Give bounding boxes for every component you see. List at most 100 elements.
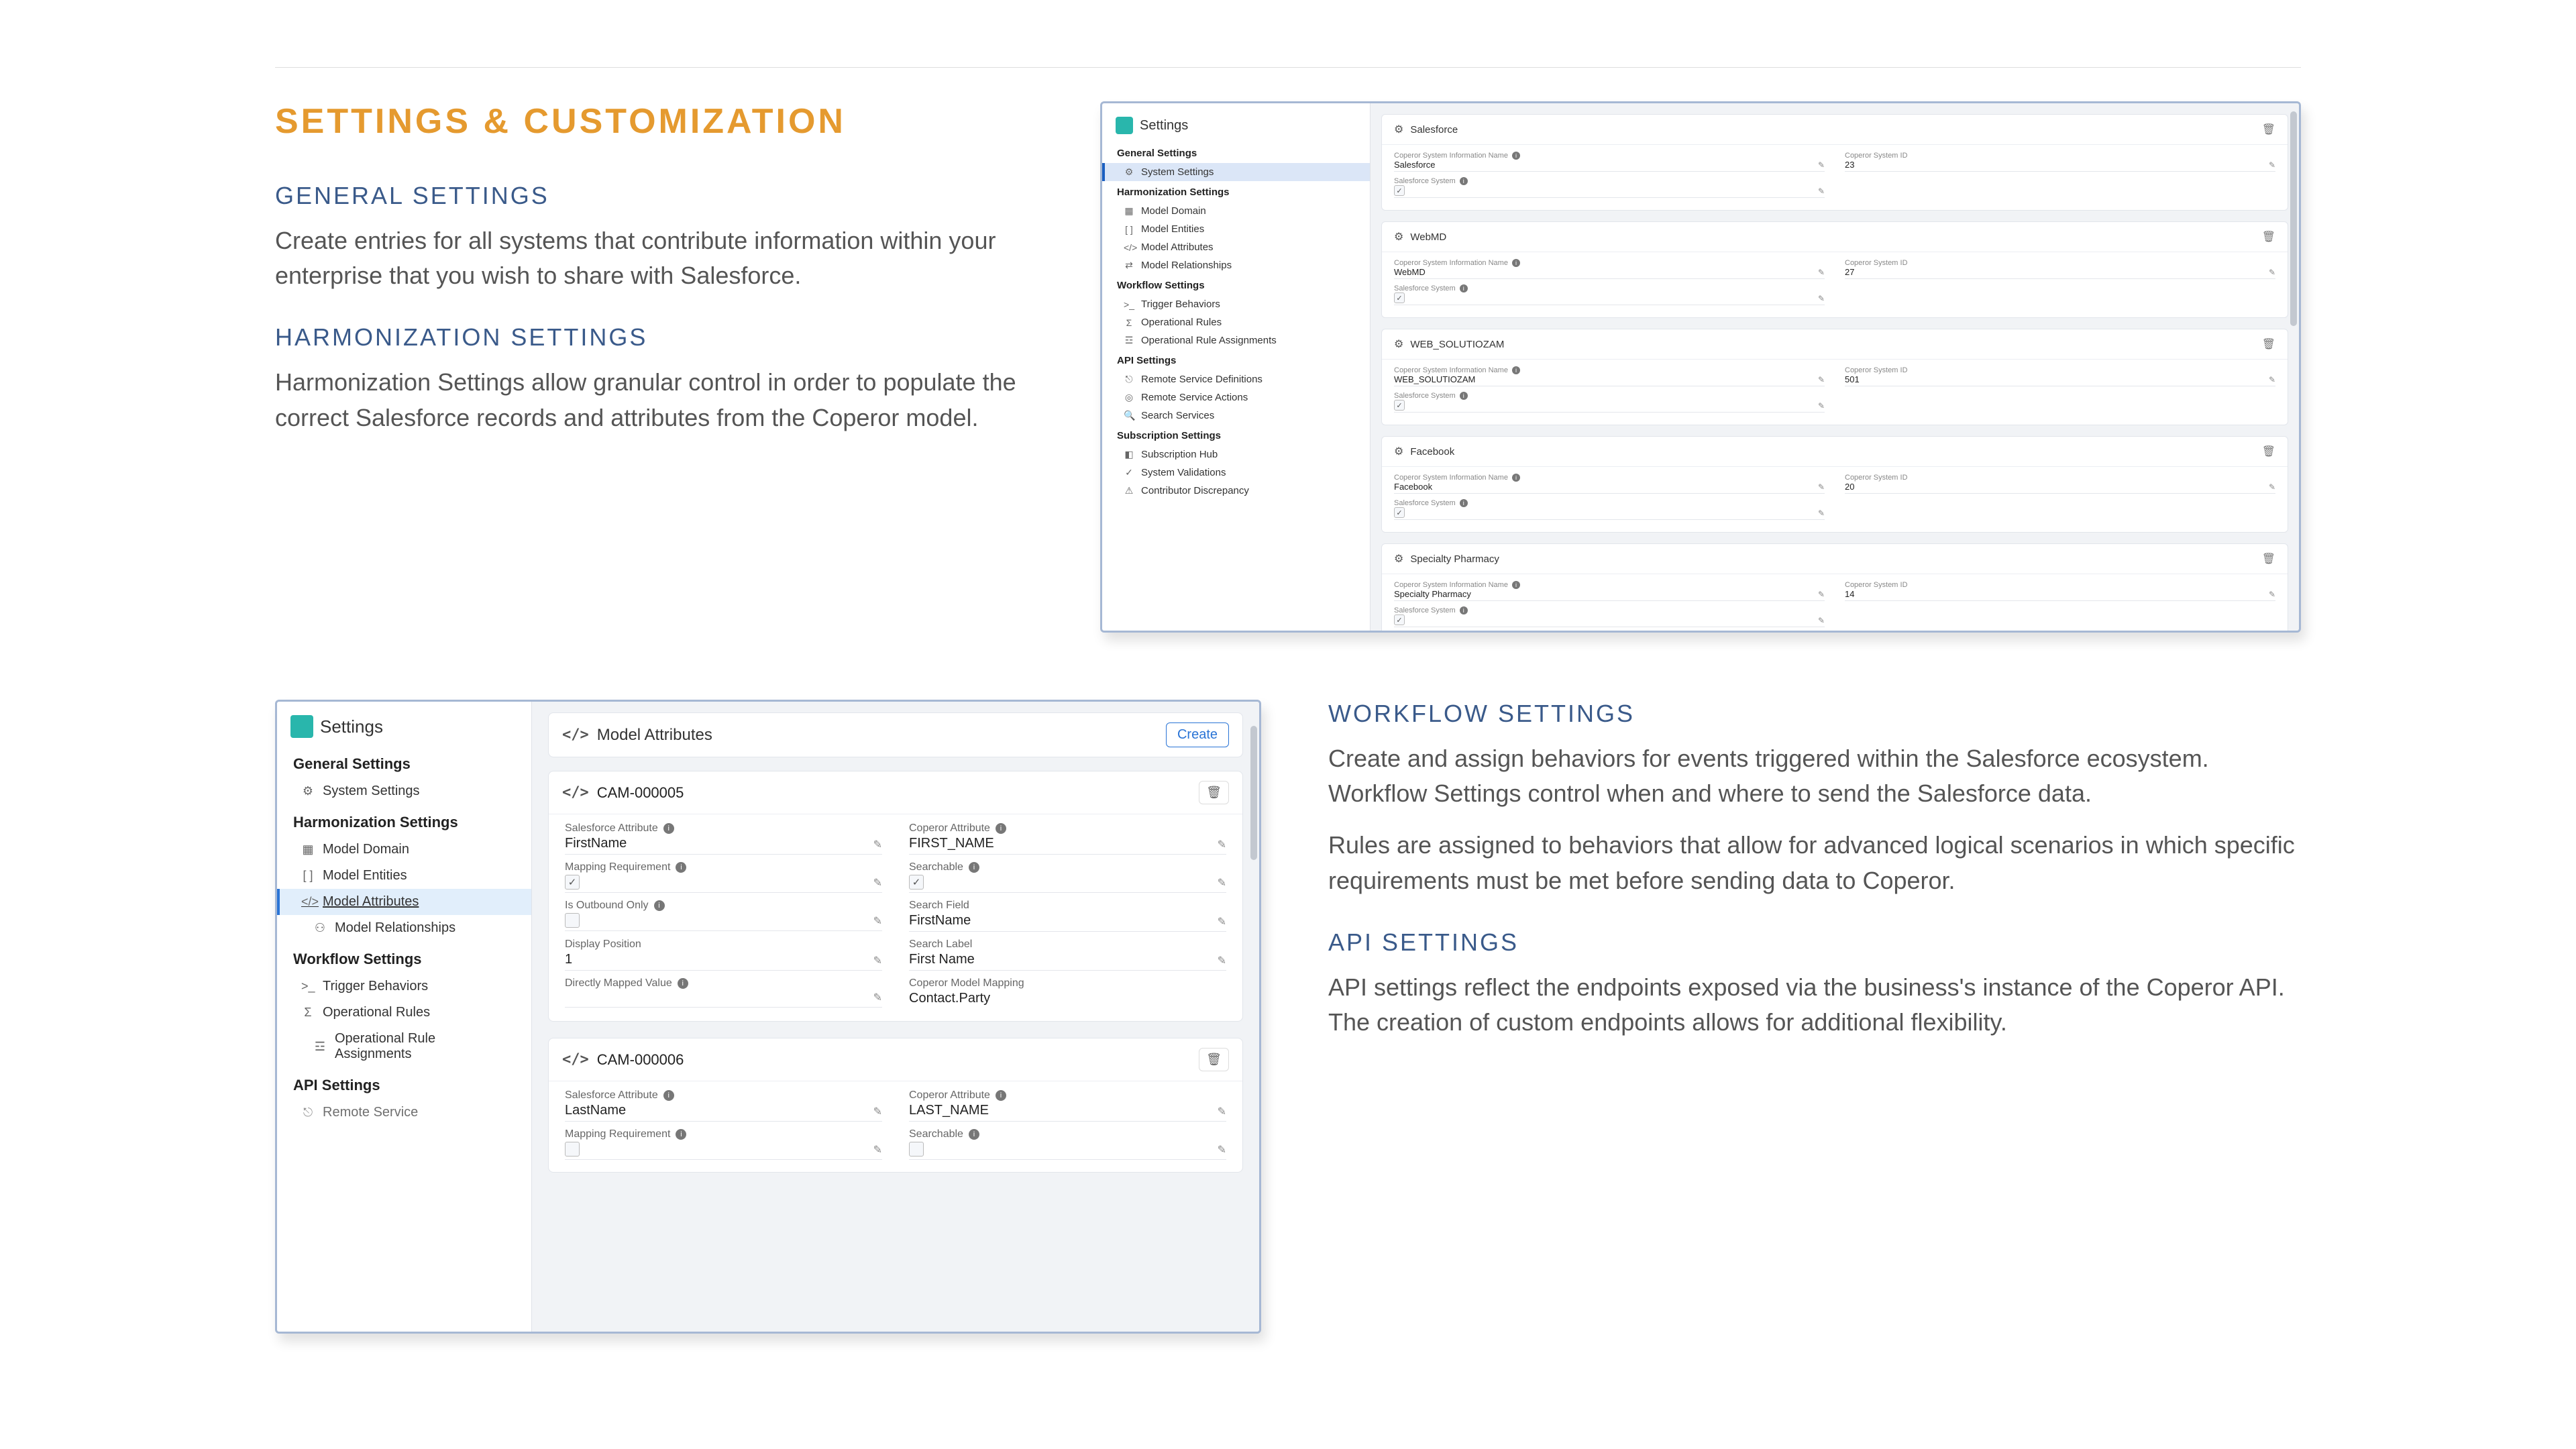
info-icon[interactable]: i (676, 862, 686, 873)
sidebar-item-remote-service-actions[interactable]: ◎Remote Service Actions (1102, 388, 1370, 407)
edit-icon[interactable]: ✎ (873, 914, 882, 928)
checkbox[interactable]: ✓ (909, 875, 924, 890)
checkbox[interactable]: ✓ (1394, 507, 1405, 518)
checkbox[interactable] (565, 913, 580, 928)
sidebar-item-model-relationships[interactable]: ⇄Model Relationships (1102, 256, 1370, 274)
checkbox[interactable]: ✓ (1394, 185, 1405, 196)
delete-button[interactable]: 🗑 (2262, 230, 2275, 244)
scrollbar[interactable] (1248, 706, 1257, 1328)
edit-icon[interactable]: ✎ (1218, 1143, 1226, 1157)
info-icon[interactable]: i (1460, 177, 1468, 185)
sidebar-item-subscription-hub[interactable]: ◧Subscription Hub (1102, 445, 1370, 464)
delete-button[interactable]: 🗑 (2262, 337, 2275, 351)
sidebar-item-remote-service[interactable]: ⎋Remote Service (277, 1099, 531, 1126)
info-icon[interactable]: i (969, 862, 979, 873)
sidebar-item-operational-rules[interactable]: ΣOperational Rules (277, 1000, 531, 1026)
sidebar-item-system-validations[interactable]: ✓System Validations (1102, 464, 1370, 482)
sidebar-item-trigger-behaviors[interactable]: >_Trigger Behaviors (1102, 295, 1370, 313)
info-icon[interactable]: i (1512, 581, 1520, 589)
sidebar-item-remote-service-defs[interactable]: ⎋Remote Service Definitions (1102, 370, 1370, 388)
info-icon[interactable]: i (663, 1090, 674, 1101)
info-icon[interactable]: i (996, 1090, 1006, 1101)
sidebar-item-model-attributes[interactable]: </>Model Attributes (277, 889, 531, 915)
model-mapping-link[interactable]: Contact.Party (909, 991, 990, 1006)
edit-icon[interactable]: ✎ (1218, 1105, 1226, 1118)
delete-button[interactable]: 🗑 (2262, 445, 2275, 458)
edit-icon[interactable]: ✎ (2269, 268, 2275, 277)
sidebar-item-model-domain[interactable]: ▦Model Domain (1102, 202, 1370, 220)
sidebar-item-model-domain[interactable]: ▦Model Domain (277, 837, 531, 863)
info-icon[interactable]: i (676, 1129, 686, 1140)
edit-icon[interactable]: ✎ (1218, 838, 1226, 851)
edit-icon[interactable]: ✎ (873, 838, 882, 851)
edit-icon[interactable]: ✎ (873, 876, 882, 890)
sidebar-item-contributor-discrepancy[interactable]: ⚠Contributor Discrepancy (1102, 482, 1370, 500)
checkbox[interactable]: ✓ (565, 875, 580, 890)
edit-icon[interactable]: ✎ (873, 1105, 882, 1118)
info-icon[interactable]: i (1460, 284, 1468, 292)
scroll-thumb[interactable] (1250, 726, 1257, 860)
edit-icon[interactable]: ✎ (2269, 160, 2275, 170)
sidebar-item-model-relationships[interactable]: ⚇Model Relationships (277, 915, 531, 941)
delete-button[interactable]: 🗑 (2262, 552, 2275, 566)
info-icon[interactable]: i (1512, 366, 1520, 374)
info-icon[interactable]: i (678, 978, 688, 989)
info-icon[interactable]: i (1460, 606, 1468, 614)
edit-icon[interactable]: ✎ (1818, 508, 1825, 518)
field-value: FIRST_NAME (909, 836, 994, 851)
info-icon[interactable]: i (969, 1129, 979, 1140)
create-button[interactable]: Create (1166, 722, 1229, 747)
edit-icon[interactable]: ✎ (2269, 590, 2275, 599)
checkbox[interactable] (909, 1142, 924, 1157)
edit-icon[interactable]: ✎ (1218, 954, 1226, 967)
sidebar-item-system-settings[interactable]: ⚙System Settings (277, 778, 531, 804)
edit-icon[interactable]: ✎ (1818, 616, 1825, 625)
edit-icon[interactable]: ✎ (873, 1143, 882, 1157)
field-value: Salesforce (1394, 160, 1435, 170)
scroll-thumb[interactable] (2290, 111, 2297, 326)
edit-icon[interactable]: ✎ (2269, 482, 2275, 492)
field-label: Coperor System ID (1845, 259, 2275, 267)
delete-button[interactable]: 🗑 (1199, 1048, 1229, 1071)
edit-icon[interactable]: ✎ (1818, 401, 1825, 411)
checkbox[interactable]: ✓ (1394, 292, 1405, 303)
sidebar-item-model-entities[interactable]: [ ]Model Entities (1102, 220, 1370, 238)
checkbox[interactable]: ✓ (1394, 400, 1405, 411)
edit-icon[interactable]: ✎ (873, 954, 882, 967)
edit-icon[interactable]: ✎ (1818, 186, 1825, 196)
edit-icon[interactable]: ✎ (2269, 375, 2275, 384)
edit-icon[interactable]: ✎ (1818, 482, 1825, 492)
sidebar-item-model-entities[interactable]: [ ]Model Entities (277, 863, 531, 889)
system-card-header: ⚙Salesforce🗑 (1382, 115, 2288, 145)
sidebar-item-operational-rules[interactable]: ΣOperational Rules (1102, 313, 1370, 331)
sidebar-item-op-rule-assignments[interactable]: ☲Operational Rule Assignments (277, 1026, 531, 1067)
sidebar-item-search-services[interactable]: 🔍Search Services (1102, 407, 1370, 425)
edit-icon[interactable]: ✎ (1218, 876, 1226, 890)
info-icon[interactable]: i (654, 900, 665, 911)
info-icon[interactable]: i (1460, 392, 1468, 400)
edit-icon[interactable]: ✎ (1818, 294, 1825, 303)
edit-icon[interactable]: ✎ (1218, 915, 1226, 928)
sidebar-item-op-rule-assignments[interactable]: ☲Operational Rule Assignments (1102, 331, 1370, 350)
delete-button[interactable]: 🗑 (2262, 123, 2275, 136)
sidebar-item-system-settings[interactable]: ⚙ System Settings (1102, 163, 1370, 181)
edit-icon[interactable]: ✎ (1818, 160, 1825, 170)
edit-icon[interactable]: ✎ (1818, 590, 1825, 599)
info-icon[interactable]: i (1512, 152, 1520, 160)
info-icon[interactable]: i (663, 823, 674, 834)
checkbox[interactable]: ✓ (1394, 614, 1405, 625)
field-label: Salesforce System i (1394, 392, 1825, 400)
edit-icon[interactable]: ✎ (1818, 375, 1825, 384)
info-icon[interactable]: i (1512, 259, 1520, 267)
info-icon[interactable]: i (996, 823, 1006, 834)
scrollbar[interactable] (2288, 107, 2297, 627)
info-icon[interactable]: i (1512, 474, 1520, 482)
edit-icon[interactable]: ✎ (1818, 268, 1825, 277)
edit-icon[interactable]: ✎ (873, 991, 882, 1004)
field-label: Coperor System Information Name i (1394, 259, 1825, 267)
checkbox[interactable] (565, 1142, 580, 1157)
sidebar-item-trigger-behaviors[interactable]: >_Trigger Behaviors (277, 973, 531, 1000)
info-icon[interactable]: i (1460, 499, 1468, 507)
delete-button[interactable]: 🗑 (1199, 781, 1229, 804)
sidebar-item-model-attributes[interactable]: </>Model Attributes (1102, 238, 1370, 256)
